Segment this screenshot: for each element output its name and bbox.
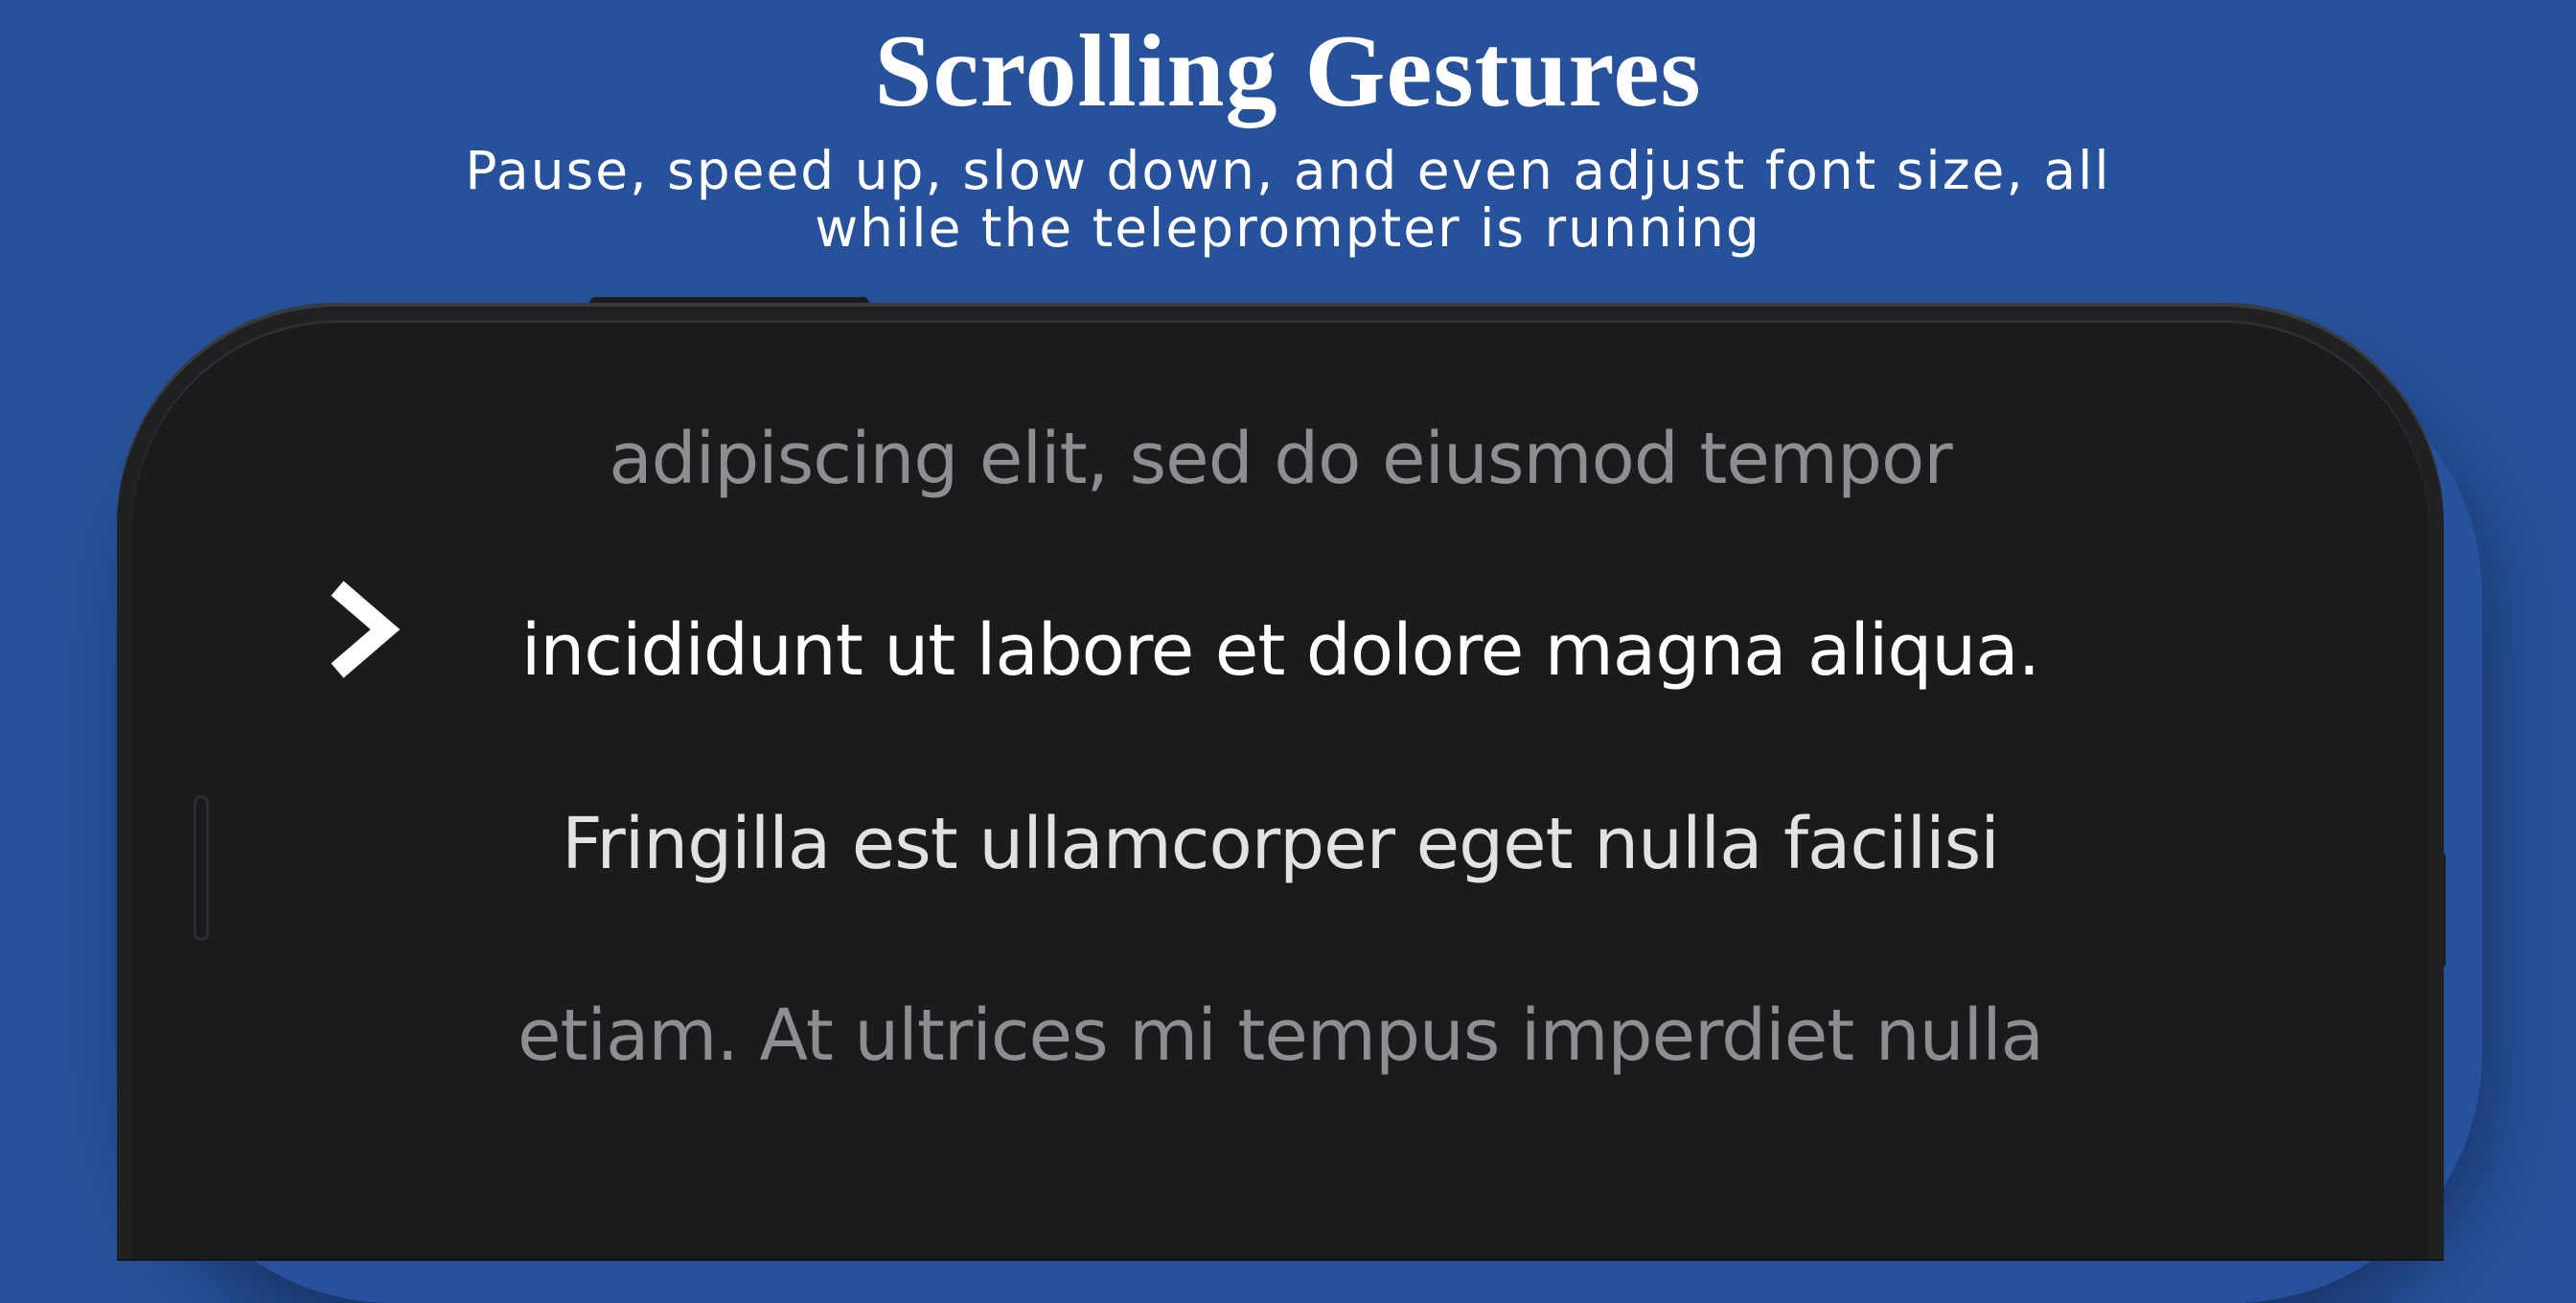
script-line-previous: adipiscing elit, sed do eiusmod tempor (609, 418, 1952, 500)
subtitle-line-1: Pause, speed up, slow down, and even adj… (465, 140, 2111, 201)
subtitle-line-2: while the teleprompter is running (815, 197, 1761, 259)
phone-speaker-slot (194, 795, 209, 941)
script-line-next: Fringilla est ullamcorper eget nulla fac… (562, 803, 2000, 885)
teleprompter-screen[interactable]: adipiscing elit, sed do eiusmod tempor i… (132, 320, 2428, 1259)
page-subtitle: Pause, speed up, slow down, and even adj… (0, 142, 2576, 257)
page-title: Scrolling Gestures (874, 14, 1702, 128)
script-line-upcoming: etiam. At ultrices mi tempus imperdiet n… (517, 994, 2044, 1077)
script-line-current: incididunt ut labore et dolore magna ali… (520, 609, 2040, 692)
